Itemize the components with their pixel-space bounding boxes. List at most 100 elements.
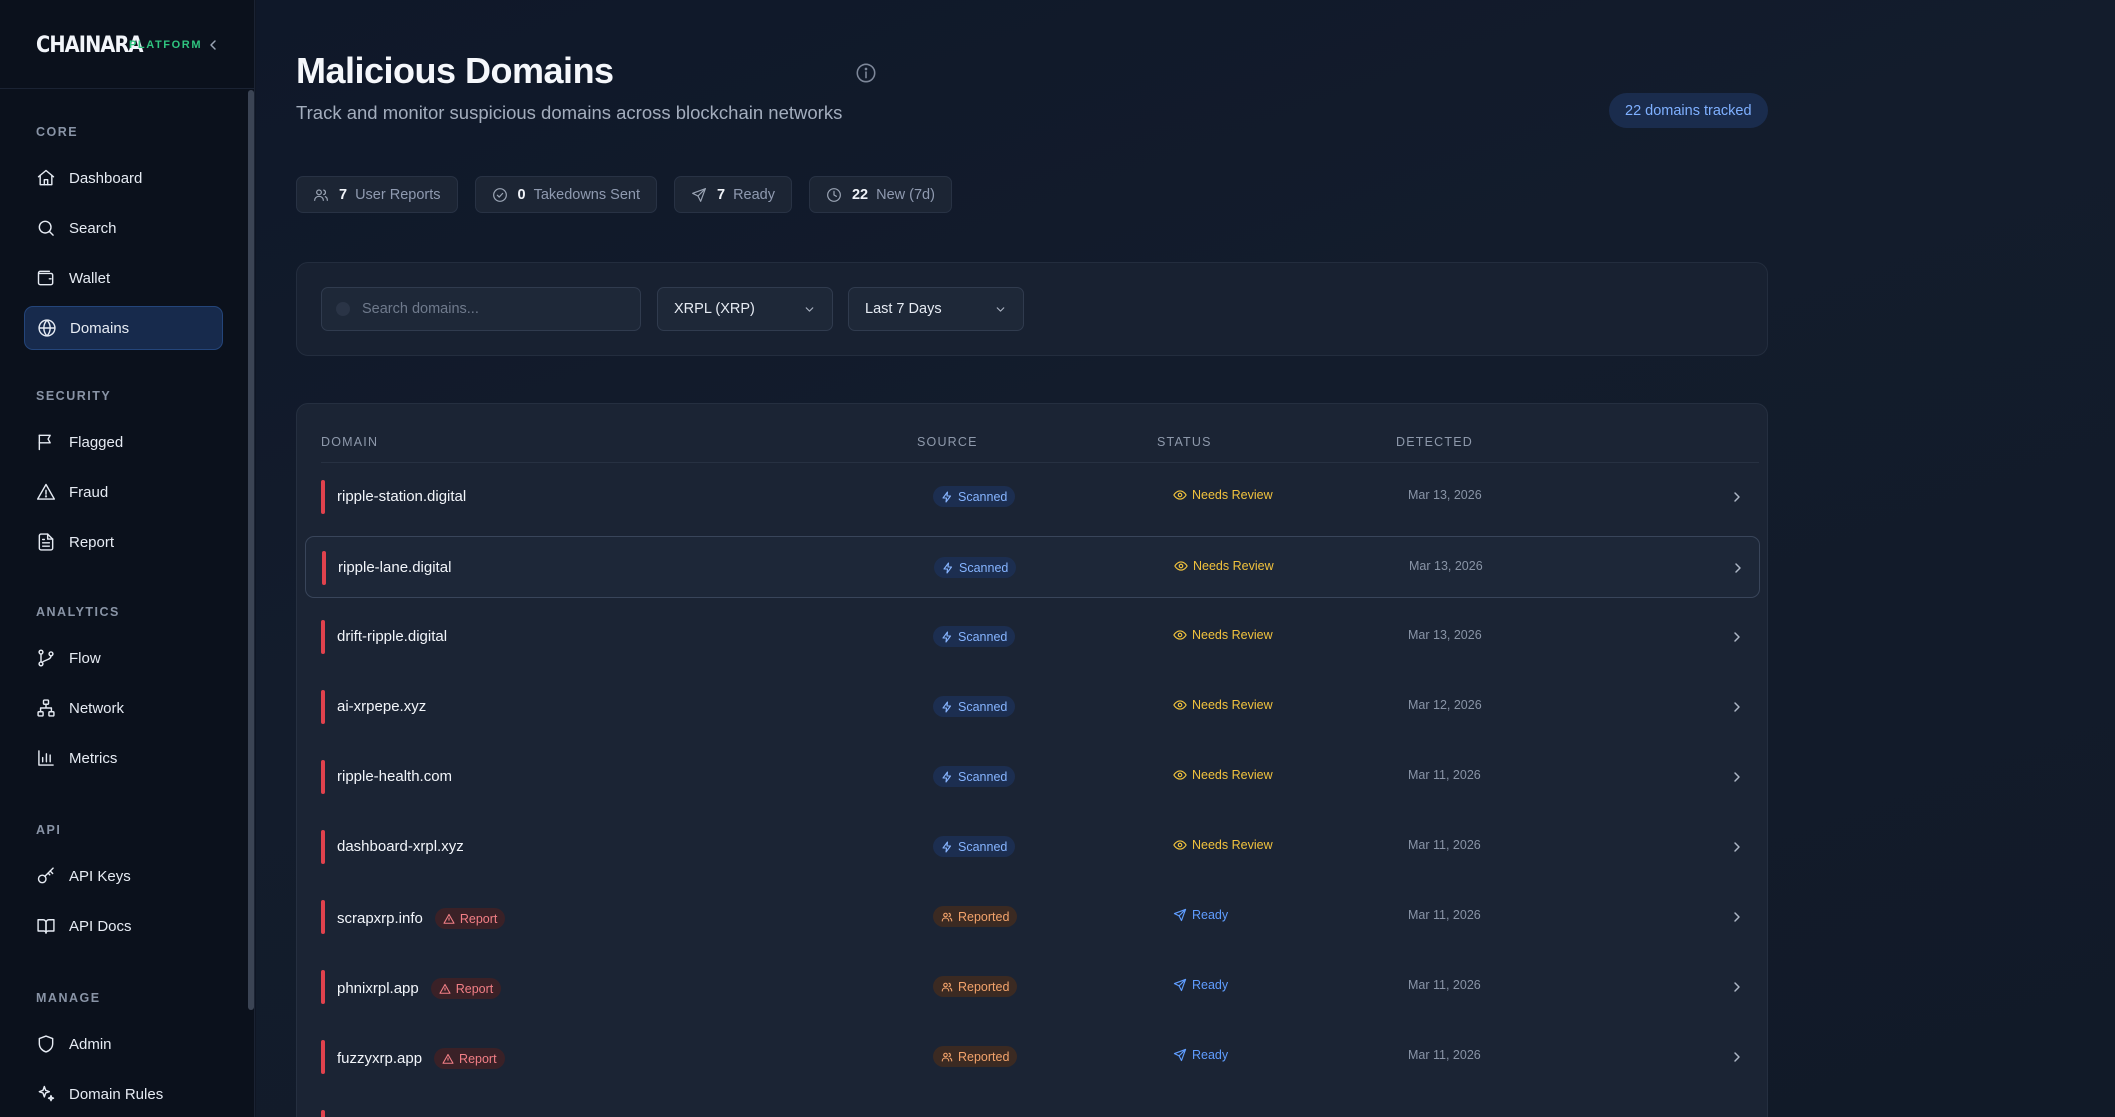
severity-indicator <box>321 760 325 794</box>
sidebar-item-metrics[interactable]: Metrics <box>24 736 223 780</box>
sidebar-item-api-docs[interactable]: API Docs <box>24 904 223 948</box>
table-row[interactable]: ai-xrpepe.xyz Scanned Needs Review Mar 12, … <box>305 676 1760 738</box>
table-row[interactable]: drift-ripple.digital Scanned Needs Review M… <box>305 606 1760 668</box>
domain-name[interactable]: drift-ripple.digital <box>337 628 447 645</box>
stats-bar: 7 User Reports 0 Takedowns Sent 7 Ready … <box>296 176 952 213</box>
column-header-detected[interactable]: DETECTED <box>1396 435 1473 449</box>
table-row[interactable]: dashboard-xrpl.xyz Scanned Needs Review Mar… <box>305 816 1760 878</box>
search-field[interactable] <box>321 287 641 331</box>
chevron-right-icon[interactable] <box>1729 699 1745 715</box>
sidebar-item-admin[interactable]: Admin <box>24 1022 223 1066</box>
source-badge: Reported <box>933 1046 1018 1067</box>
column-header-domain[interactable]: DOMAIN <box>321 435 378 449</box>
column-header-source[interactable]: SOURCE <box>917 435 978 449</box>
chevron-right-icon[interactable] <box>1730 560 1746 576</box>
chevron-right-icon[interactable] <box>1729 979 1745 995</box>
wallet-icon <box>37 270 54 286</box>
domain-name[interactable]: ripple-health.com <box>337 768 452 785</box>
chevron-right-icon[interactable] <box>1729 489 1745 505</box>
sidebar-item-search[interactable]: Search <box>24 206 223 250</box>
sidebar-item-flagged[interactable]: Flagged <box>24 420 223 464</box>
users-icon <box>941 1052 953 1062</box>
source-label: Scanned <box>959 560 1009 575</box>
info-icon[interactable] <box>855 62 877 84</box>
domain-name[interactable]: dashboard-xrpl.xyz <box>337 838 464 855</box>
status-badge: Needs Review <box>1173 488 1273 502</box>
brand-logo[interactable]: CHAINARA PLATFORM <box>36 30 200 60</box>
sidebar-item-label: Wallet <box>69 269 111 287</box>
sidebar-item-label: Flagged <box>69 433 124 451</box>
alert-triangle-icon <box>439 983 451 994</box>
column-header-status[interactable]: STATUS <box>1157 435 1212 449</box>
stat-label: User Reports <box>355 186 441 203</box>
chevron-right-icon[interactable] <box>1729 629 1745 645</box>
period-select[interactable]: Last 7 Days <box>848 287 1024 331</box>
stat-new-7d[interactable]: 22 New (7d) <box>808 176 952 213</box>
table-row[interactable]: scrapxrp.info Report Reported Ready Mar 11, … <box>305 886 1760 948</box>
sidebar-item-wallet[interactable]: Wallet <box>24 256 223 300</box>
domain-name[interactable]: fuzzyxrp.app <box>337 1050 422 1067</box>
sidebar-item-fraud[interactable]: Fraud <box>24 470 223 514</box>
domain-name[interactable]: ai-xrpepe.xyz <box>337 698 426 715</box>
source-badge: Reported <box>933 906 1018 927</box>
status-label: Needs Review <box>1192 698 1273 712</box>
zap-icon <box>942 770 952 783</box>
nav-section-manage: MANAGE <box>36 991 101 1005</box>
table-row[interactable]: phnixrpl.app Report Reported Ready Mar 11, 2… <box>305 956 1760 1018</box>
zap-icon <box>942 700 952 713</box>
search-input[interactable] <box>362 301 622 317</box>
stat-user-reports[interactable]: 7 User Reports <box>296 176 458 213</box>
alert-triangle-icon <box>443 913 455 924</box>
report-tag-label: Report <box>459 911 498 926</box>
sidebar-item-domain-rules[interactable]: Domain Rules <box>24 1072 223 1116</box>
send-icon <box>1173 908 1187 922</box>
stat-ready[interactable]: 7 Ready <box>673 176 792 213</box>
chevron-right-icon[interactable] <box>1729 839 1745 855</box>
brand-name: CHAINARA <box>36 32 144 58</box>
sidebar-item-flow[interactable]: Flow <box>24 636 223 680</box>
status-label: Needs Review <box>1192 838 1273 852</box>
status-label: Needs Review <box>1192 488 1273 502</box>
sidebar-item-api-keys[interactable]: API Keys <box>24 854 223 898</box>
source-badge: Scanned <box>933 626 1016 647</box>
detected-date: Mar 13, 2026 <box>1408 488 1482 502</box>
collapse-sidebar-button[interactable] <box>201 33 225 57</box>
sidebar-item-dashboard[interactable]: Dashboard <box>24 156 223 200</box>
nav-section-analytics: ANALYTICS <box>36 605 120 619</box>
stat-label: Ready <box>733 186 775 203</box>
source-badge: Scanned <box>933 836 1016 857</box>
domain-name[interactable]: scrapxrp.info <box>337 910 423 927</box>
severity-indicator <box>321 690 325 724</box>
chevron-right-icon[interactable] <box>1729 1049 1745 1065</box>
page-title: Malicious Domains <box>296 50 614 91</box>
domain-name[interactable]: phnixrpl.app <box>337 980 419 997</box>
source-badge: Scanned <box>934 557 1017 578</box>
table-row[interactable] <box>305 1096 1760 1117</box>
sidebar-item-report[interactable]: Report <box>24 520 223 564</box>
domain-name[interactable]: ripple-lane.digital <box>338 559 451 576</box>
status-label: Ready <box>1192 1048 1229 1062</box>
sidebar-item-network[interactable]: Network <box>24 686 223 730</box>
status-label: Ready <box>1192 908 1229 922</box>
sidebar-scrollbar[interactable] <box>248 90 254 1010</box>
network-select[interactable]: XRPL (XRP) <box>657 287 833 331</box>
status-badge: Needs Review <box>1173 838 1273 852</box>
chevron-right-icon[interactable] <box>1729 769 1745 785</box>
table-row[interactable]: ripple-station.digital Scanned Needs Revie… <box>305 466 1760 528</box>
table-row[interactable]: fuzzyxrp.app Report Reported Ready Mar 11, 2… <box>305 1026 1760 1088</box>
chevron-down-icon <box>996 307 1005 312</box>
sidebar-item-domains[interactable]: Domains <box>24 306 223 350</box>
severity-indicator <box>321 970 325 1004</box>
detected-date: Mar 11, 2026 <box>1408 838 1481 852</box>
network-icon <box>37 699 55 717</box>
table-row[interactable]: ripple-health.com Scanned Needs Review Mar … <box>305 746 1760 808</box>
table-row[interactable]: ripple-lane.digital Scanned Needs Review Ma… <box>305 536 1760 598</box>
sidebar-item-label: API Keys <box>69 867 131 885</box>
chevron-right-icon[interactable] <box>1729 909 1745 925</box>
domain-name[interactable]: ripple-station.digital <box>337 488 466 505</box>
report-tag-label: Report <box>455 981 494 996</box>
eye-icon <box>1173 840 1187 850</box>
status-badge: Needs Review <box>1173 628 1273 642</box>
sidebar-item-label: API Docs <box>69 917 132 935</box>
stat-takedowns-sent[interactable]: 0 Takedowns Sent <box>474 176 657 213</box>
